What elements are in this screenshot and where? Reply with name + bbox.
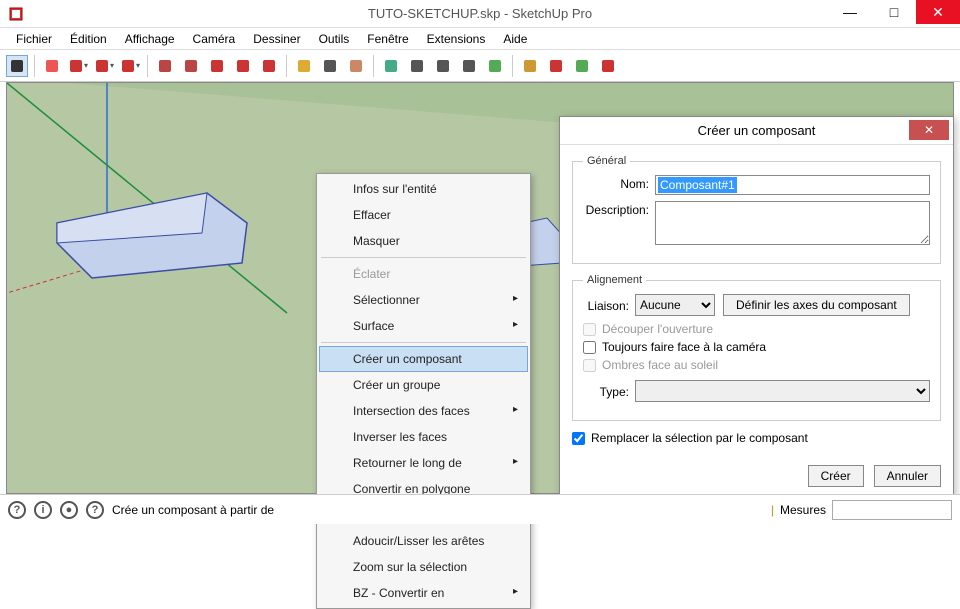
scenes-tool[interactable] bbox=[571, 55, 593, 77]
warning-icon[interactable]: ? bbox=[86, 501, 104, 519]
help-icon[interactable]: ? bbox=[8, 501, 26, 519]
alignment-legend: Alignement bbox=[583, 274, 646, 286]
context-item-cr-er-un-groupe[interactable]: Créer un groupe bbox=[319, 372, 528, 398]
create-component-dialog: Créer un composant ✕ Général Nom: Compos… bbox=[559, 116, 954, 498]
description-label: Description: bbox=[583, 201, 655, 217]
context-item-intersection-des-faces[interactable]: Intersection des faces▸ bbox=[319, 398, 528, 424]
select-tool[interactable] bbox=[6, 55, 28, 77]
create-button[interactable]: Créer bbox=[808, 465, 864, 487]
status-hint: Crée un composant à partir de bbox=[112, 503, 274, 517]
description-input[interactable] bbox=[655, 201, 930, 245]
menu-extensions[interactable]: Extensions bbox=[419, 30, 494, 48]
cut-opening-checkbox bbox=[583, 323, 596, 336]
context-item-inverser-les-faces[interactable]: Inverser les faces bbox=[319, 424, 528, 450]
define-axes-button[interactable]: Définir les axes du composant bbox=[723, 294, 910, 316]
face-camera-label: Toujours faire face à la caméra bbox=[602, 340, 766, 354]
context-item-s-lectionner[interactable]: Sélectionner▸ bbox=[319, 287, 528, 313]
zoom-extents-tool[interactable] bbox=[458, 55, 480, 77]
cancel-button[interactable]: Annuler bbox=[874, 465, 941, 487]
name-input[interactable]: Composant#1 bbox=[658, 177, 737, 193]
context-menu: Infos sur l'entitéEffacerMasquerÉclaterS… bbox=[316, 173, 531, 609]
maximize-button[interactable]: □ bbox=[872, 0, 916, 24]
measure-label: Mesures bbox=[780, 503, 826, 517]
info-icon[interactable]: i bbox=[34, 501, 52, 519]
menu-caméra[interactable]: Caméra bbox=[185, 30, 244, 48]
selected-geometry bbox=[47, 183, 257, 283]
liaison-select[interactable]: Aucune bbox=[635, 294, 715, 316]
context-item-cr-er-un-composant[interactable]: Créer un composant bbox=[319, 346, 528, 372]
menubar: FichierÉditionAffichageCaméraDessinerOut… bbox=[0, 28, 960, 50]
context-item-adoucir-lisser-les-ar-tes[interactable]: Adoucir/Lisser les arêtes bbox=[319, 528, 528, 554]
replace-selection-label: Remplacer la sélection par le composant bbox=[591, 431, 808, 445]
menu-fichier[interactable]: Fichier bbox=[8, 30, 60, 48]
pan-tool[interactable] bbox=[406, 55, 428, 77]
walk-tool[interactable] bbox=[484, 55, 506, 77]
outliner-tool[interactable] bbox=[545, 55, 567, 77]
toolbar: ▾▾▾ bbox=[0, 50, 960, 82]
layers-tool[interactable] bbox=[519, 55, 541, 77]
type-label: Type: bbox=[583, 383, 635, 399]
face-camera-checkbox[interactable] bbox=[583, 341, 596, 354]
menu-outils[interactable]: Outils bbox=[311, 30, 358, 48]
context-item-zoom-sur-la-s-lection[interactable]: Zoom sur la sélection bbox=[319, 554, 528, 580]
rect-tool[interactable]: ▾ bbox=[119, 55, 141, 77]
cut-opening-label: Découper l'ouverture bbox=[602, 322, 713, 336]
menu-dessiner[interactable]: Dessiner bbox=[245, 30, 308, 48]
move-tool[interactable] bbox=[206, 55, 228, 77]
menu-édition[interactable]: Édition bbox=[62, 30, 115, 48]
liaison-label: Liaison: bbox=[583, 297, 635, 313]
minimize-button[interactable]: — bbox=[828, 0, 872, 24]
menu-affichage[interactable]: Affichage bbox=[117, 30, 183, 48]
person-icon[interactable]: ● bbox=[60, 501, 78, 519]
rotate-tool[interactable] bbox=[232, 55, 254, 77]
dialog-title: Créer un composant bbox=[698, 123, 816, 138]
measure-input[interactable] bbox=[832, 500, 952, 520]
context-item-surface[interactable]: Surface▸ bbox=[319, 313, 528, 339]
window-title: TUTO-SKETCHUP.skp - SketchUp Pro bbox=[368, 6, 592, 21]
pencil-tool[interactable]: ▾ bbox=[67, 55, 89, 77]
type-select[interactable] bbox=[635, 380, 930, 402]
shadows-sun-label: Ombres face au soleil bbox=[602, 358, 718, 372]
statusbar: ? i ● ? Crée un composant à partir de | … bbox=[0, 494, 960, 524]
3d-warehouse-tool[interactable] bbox=[597, 55, 619, 77]
orbit-tool[interactable] bbox=[380, 55, 402, 77]
dimension-tool[interactable] bbox=[319, 55, 341, 77]
arc-tool[interactable]: ▾ bbox=[93, 55, 115, 77]
app-icon bbox=[8, 6, 24, 22]
followme-tool[interactable] bbox=[258, 55, 280, 77]
menu-fenêtre[interactable]: Fenêtre bbox=[359, 30, 416, 48]
context-item-infos-sur-l-entit-[interactable]: Infos sur l'entité bbox=[319, 176, 528, 202]
context-item-bz-convertir-en[interactable]: BZ - Convertir en▸ bbox=[319, 580, 528, 606]
close-button[interactable]: ✕ bbox=[916, 0, 960, 24]
pushpull-tool[interactable] bbox=[154, 55, 176, 77]
zoom-tool[interactable] bbox=[432, 55, 454, 77]
name-label: Nom: bbox=[583, 175, 655, 191]
dialog-close-button[interactable]: ✕ bbox=[909, 120, 949, 140]
context-item-effacer[interactable]: Effacer bbox=[319, 202, 528, 228]
offset-tool[interactable] bbox=[180, 55, 202, 77]
replace-selection-checkbox[interactable] bbox=[572, 432, 585, 445]
context-item--clater: Éclater bbox=[319, 261, 528, 287]
context-item-retourner-le-long-de[interactable]: Retourner le long de▸ bbox=[319, 450, 528, 476]
general-legend: Général bbox=[583, 155, 630, 167]
shadows-sun-checkbox bbox=[583, 359, 596, 372]
menu-aide[interactable]: Aide bbox=[495, 30, 535, 48]
tape-tool[interactable] bbox=[293, 55, 315, 77]
paint-tool[interactable] bbox=[345, 55, 367, 77]
eraser-tool[interactable] bbox=[41, 55, 63, 77]
context-item-masquer[interactable]: Masquer bbox=[319, 228, 528, 254]
